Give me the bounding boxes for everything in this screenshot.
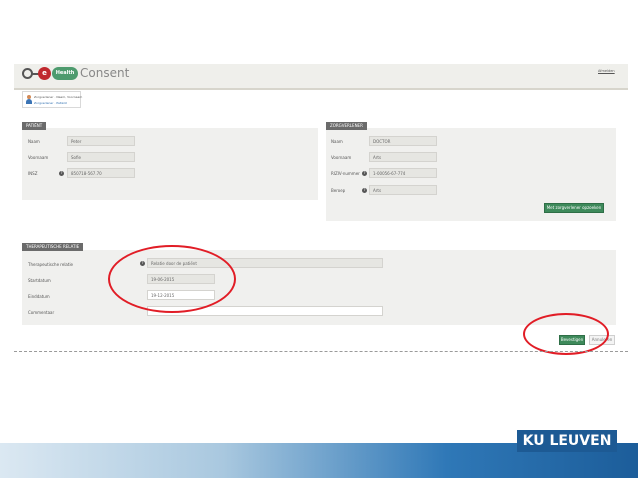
logout-link[interactable]: Afmelden bbox=[598, 69, 615, 73]
user-avatar-icon bbox=[26, 95, 32, 105]
ku-leuven-logo: KU LEUVEN bbox=[517, 430, 617, 452]
user-tab[interactable]: Zorgverlener · Naam, Voornaam Zorgverlen… bbox=[22, 91, 83, 108]
patient-insz-label: INSZ bbox=[28, 171, 38, 176]
patient-insz-field: 850718-567.70 bbox=[67, 168, 135, 178]
relation-panel-title: THERAPEUTISCHE RELATIE bbox=[22, 243, 84, 251]
patient-panel-title: PATIËNT bbox=[22, 122, 47, 130]
provider-riziv-field: 1-00056-67-774 bbox=[369, 168, 437, 178]
search-provider-button[interactable]: Met zorgverlener opzoeken bbox=[544, 203, 604, 213]
provider-riziv-label: RIZIV-nummer bbox=[331, 171, 360, 176]
app-title: Consent bbox=[80, 66, 130, 80]
help-icon[interactable]: ? bbox=[59, 171, 64, 176]
annotation-oval-dates bbox=[108, 245, 236, 313]
ehealth-logo: e Health bbox=[22, 67, 80, 81]
patient-name-label: Naam bbox=[28, 139, 40, 144]
patient-firstname-field: Sofie bbox=[67, 152, 135, 162]
user-tab-line2: Zorgverlener · Patiënt bbox=[34, 101, 67, 105]
end-date-label: Einddatum bbox=[28, 294, 50, 299]
provider-firstname-field: Arts bbox=[369, 152, 437, 162]
patient-name-field: Peter bbox=[67, 136, 135, 146]
start-date-label: Startdatum bbox=[28, 278, 51, 283]
annotation-oval-confirm bbox=[523, 313, 609, 355]
help-icon[interactable]: ? bbox=[362, 188, 367, 193]
dashed-separator bbox=[14, 351, 628, 352]
user-tab-line1: Zorgverlener · Naam, Voornaam bbox=[34, 95, 83, 99]
logo-health-badge: Health bbox=[52, 67, 78, 80]
provider-profession-field: Arts bbox=[369, 185, 437, 195]
provider-panel-title: ZORGVERLENER bbox=[326, 122, 367, 130]
provider-firstname-label: Voornaam bbox=[331, 155, 352, 160]
relation-type-label: Therapeutische relatie bbox=[28, 262, 74, 267]
logo-e-badge: e bbox=[38, 67, 51, 80]
provider-name-field: DOCTOR bbox=[369, 136, 437, 146]
provider-name-label: Naam bbox=[331, 139, 343, 144]
patient-firstname-label: Voornaam bbox=[28, 155, 49, 160]
comment-label: Commentaar bbox=[28, 310, 55, 315]
help-icon[interactable]: ? bbox=[362, 171, 367, 176]
provider-profession-label: Beroep bbox=[331, 188, 346, 193]
